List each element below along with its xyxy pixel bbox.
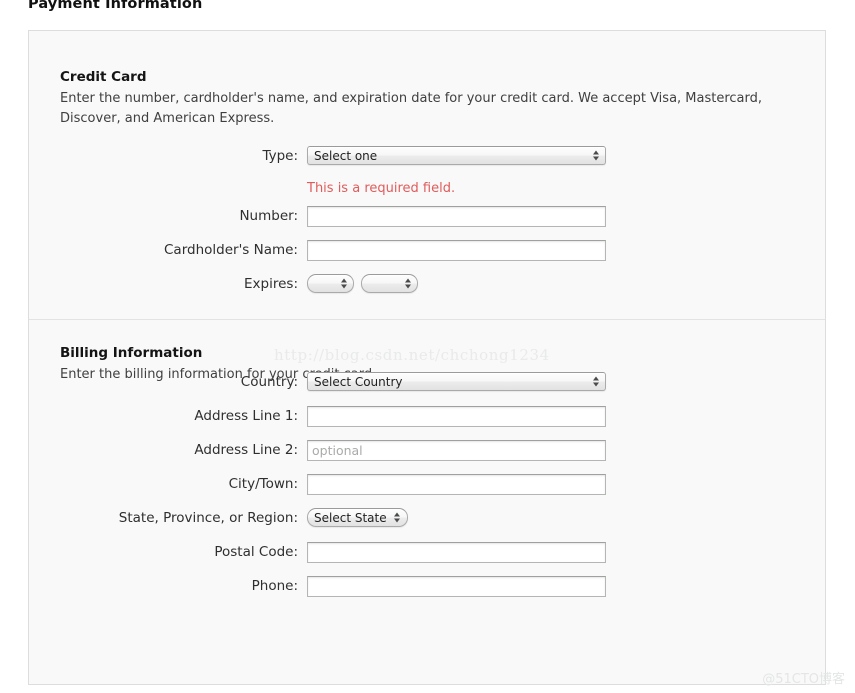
label-country: Country: <box>240 374 298 390</box>
card-type-select[interactable]: Select one <box>307 146 606 165</box>
state-select[interactable]: Select State <box>307 508 408 527</box>
field-row-phone: Phone: <box>29 576 825 610</box>
label-state-province-region: State, Province, or Region: <box>118 510 298 526</box>
control-city-town <box>307 474 825 495</box>
label-card-type: Type: <box>262 148 298 164</box>
country-select[interactable]: Select Country <box>307 372 606 391</box>
billing-information-fields: Country: Select Country Address Line 1: <box>29 372 825 610</box>
control-address-line-2 <box>307 440 825 461</box>
field-row-country: Country: Select Country <box>29 372 825 406</box>
address-line-1-input[interactable] <box>307 406 606 427</box>
field-row-cardholder-name: Cardholder's Name: <box>29 240 825 274</box>
expires-month-select[interactable] <box>307 274 354 293</box>
payment-information-panel: Credit Card Enter the number, cardholder… <box>28 30 826 685</box>
label-phone: Phone: <box>251 578 298 594</box>
stepper-arrows-icon <box>339 277 348 290</box>
credit-card-fields: Type: Select one This is a required fiel… <box>29 146 825 308</box>
field-row-address-line-1: Address Line 1: <box>29 406 825 440</box>
control-postal-code <box>307 542 825 563</box>
card-type-select-value: Select one <box>314 148 378 163</box>
control-country: Select Country <box>307 372 825 391</box>
card-type-error-message: This is a required field. <box>307 181 456 196</box>
state-select-value: Select State <box>314 510 387 525</box>
control-card-type: Select one <box>307 146 825 165</box>
credit-card-section: Credit Card Enter the number, cardholder… <box>29 31 825 320</box>
expires-year-select[interactable] <box>361 274 418 293</box>
field-row-postal-code: Postal Code: <box>29 542 825 576</box>
label-address-line-2: Address Line 2: <box>194 442 298 458</box>
address-line-2-input[interactable] <box>307 440 606 461</box>
card-type-error-row: This is a required field. <box>29 180 825 206</box>
page-title: Payment Information <box>28 0 203 12</box>
stepper-arrows-icon <box>591 375 600 388</box>
control-state-province-region: Select State <box>307 508 825 527</box>
label-city-town: City/Town: <box>228 476 298 492</box>
stepper-arrows-icon <box>393 511 402 524</box>
cardholder-name-input[interactable] <box>307 240 606 261</box>
control-address-line-1 <box>307 406 825 427</box>
credit-card-description: Enter the number, cardholder's name, and… <box>60 91 763 126</box>
control-cardholder-name <box>307 240 825 261</box>
label-cardholder-name: Cardholder's Name: <box>164 242 298 258</box>
label-address-line-1: Address Line 1: <box>194 408 298 424</box>
billing-information-section: Billing Information Enter the billing in… <box>29 320 825 684</box>
postal-code-input[interactable] <box>307 542 606 563</box>
field-row-state-province-region: State, Province, or Region: Select State <box>29 508 825 542</box>
label-card-number: Number: <box>239 208 298 224</box>
country-select-value: Select Country <box>314 374 403 389</box>
field-row-card-type: Type: Select one <box>29 146 825 180</box>
card-number-input[interactable] <box>307 206 606 227</box>
control-card-number <box>307 206 825 227</box>
stepper-arrows-icon <box>403 277 412 290</box>
credit-card-heading: Credit Card <box>60 69 147 85</box>
error-spacer <box>29 180 307 206</box>
field-row-address-line-2: Address Line 2: <box>29 440 825 474</box>
stepper-arrows-icon <box>591 149 600 162</box>
label-postal-code: Postal Code: <box>214 544 298 560</box>
control-phone <box>307 576 825 597</box>
billing-information-heading: Billing Information <box>60 345 203 361</box>
field-row-expires: Expires: <box>29 274 825 308</box>
field-row-card-number: Number: <box>29 206 825 240</box>
field-row-city-town: City/Town: <box>29 474 825 508</box>
city-town-input[interactable] <box>307 474 606 495</box>
label-expires: Expires: <box>244 276 298 292</box>
control-expires <box>307 274 825 293</box>
phone-input[interactable] <box>307 576 606 597</box>
